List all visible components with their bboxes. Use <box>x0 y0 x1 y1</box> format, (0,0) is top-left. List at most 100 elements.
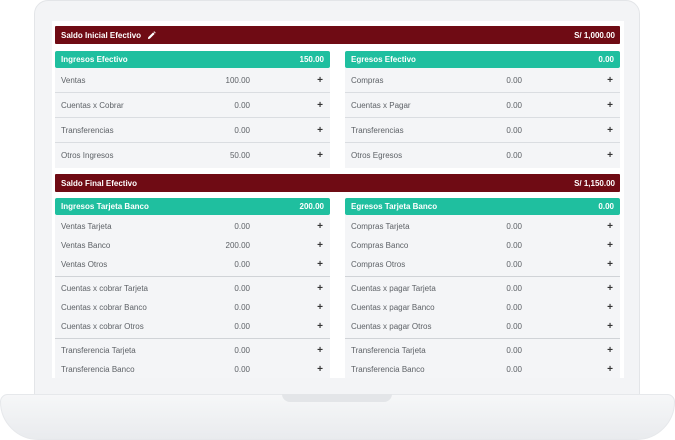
plus-icon[interactable]: + <box>316 150 324 161</box>
list-item: Otros Ingresos 50.00 + <box>55 143 330 168</box>
list-item: Cuentas x cobrar Otros 0.00 + <box>55 317 330 336</box>
row-value: 0.00 <box>506 241 522 250</box>
row-label: Transferencia Tarjeta <box>351 346 426 355</box>
row-label: Compras Otros <box>351 260 406 269</box>
egresos-tarjeta-title: Egresos Tarjeta Banco <box>351 202 438 211</box>
list-group: Cuentas x cobrar Tarjeta 0.00 + Cuentas x … <box>55 277 330 339</box>
pencil-icon[interactable] <box>147 30 156 40</box>
list-group: Transferencia Tarjeta 0.00 + Transferencia… <box>55 339 330 378</box>
plus-icon[interactable]: + <box>606 100 614 111</box>
ingresos-tarjeta-title: Ingresos Tarjeta Banco <box>61 202 149 211</box>
row-value: 0.00 <box>506 322 522 331</box>
row-value: 0.00 <box>506 346 522 355</box>
row-label: Cuentas x cobrar Banco <box>61 303 147 312</box>
plus-icon[interactable]: + <box>606 345 614 356</box>
plus-icon[interactable]: + <box>606 75 614 86</box>
plus-icon[interactable]: + <box>606 283 614 294</box>
row-value: 0.00 <box>506 222 522 231</box>
list-item: Otros Egresos 0.00 + <box>345 143 620 168</box>
list-item: Compras Otros 0.00 + <box>345 255 620 274</box>
row-label: Cuentas x Pagar <box>351 100 411 110</box>
row-value: 0.00 <box>506 284 522 293</box>
row-label: Compras Tarjeta <box>351 222 410 231</box>
list-item: Transferencia Banco 0.00 + <box>55 360 330 378</box>
plus-icon[interactable]: + <box>606 240 614 251</box>
row-value: 0.00 <box>234 100 250 110</box>
plus-icon[interactable]: + <box>316 364 324 375</box>
plus-icon[interactable]: + <box>606 364 614 375</box>
egresos-efectivo-header: Egresos Efectivo 0.00 <box>345 51 620 68</box>
row-label: Transferencias <box>61 125 114 135</box>
row-value: 0.00 <box>234 322 250 331</box>
egresos-tarjeta-header: Egresos Tarjeta Banco 0.00 <box>345 198 620 215</box>
row-label: Cuentas x Cobrar <box>61 100 124 110</box>
row-label: Cuentas x pagar Banco <box>351 303 435 312</box>
list-item: Cuentas x Pagar 0.00 + <box>345 93 620 118</box>
saldo-inicial-label: Saldo Inicial Efectivo <box>61 30 142 40</box>
plus-icon[interactable]: + <box>316 283 324 294</box>
plus-icon[interactable]: + <box>606 150 614 161</box>
ingresos-efectivo-panel: Ingresos Efectivo 150.00 Ventas 100.00 + C… <box>55 51 330 168</box>
row-label: Cuentas x pagar Otros <box>351 322 432 331</box>
list-group: Cuentas x pagar Tarjeta 0.00 + Cuentas x p… <box>345 277 620 339</box>
row-value: 0.00 <box>234 346 250 355</box>
row-label: Ventas Tarjeta <box>61 222 112 231</box>
laptop-notch <box>282 394 392 402</box>
row-value: 0.00 <box>234 260 250 269</box>
row-label: Ventas Otros <box>61 260 108 269</box>
plus-icon[interactable]: + <box>316 100 324 111</box>
row-label: Ventas Banco <box>61 241 111 250</box>
ingresos-tarjeta-header: Ingresos Tarjeta Banco 200.00 <box>55 198 330 215</box>
egresos-tarjeta-total: 0.00 <box>598 202 614 211</box>
plus-icon[interactable]: + <box>316 240 324 251</box>
egresos-efectivo-panel: Egresos Efectivo 0.00 Compras 0.00 + Cuent… <box>345 51 620 168</box>
list-item: Cuentas x pagar Otros 0.00 + <box>345 317 620 336</box>
plus-icon[interactable]: + <box>606 221 614 232</box>
list-item: Transferencia Tarjeta 0.00 + <box>55 341 330 360</box>
row-value: 0.00 <box>234 365 250 374</box>
plus-icon[interactable]: + <box>316 302 324 313</box>
ingresos-tarjeta-panel: Ingresos Tarjeta Banco 200.00 Ventas Tar… <box>55 198 330 378</box>
row-value: 100.00 <box>225 75 250 85</box>
row-label: Compras Banco <box>351 241 409 250</box>
plus-icon[interactable]: + <box>316 125 324 136</box>
ingresos-tarjeta-total: 200.00 <box>299 202 324 211</box>
plus-icon[interactable]: + <box>606 321 614 332</box>
list-item: Transferencia Banco 0.00 + <box>345 360 620 378</box>
row-value: 0.00 <box>506 365 522 374</box>
row-value: 0.00 <box>506 303 522 312</box>
plus-icon[interactable]: + <box>606 302 614 313</box>
plus-icon[interactable]: + <box>606 125 614 136</box>
row-value: 0.00 <box>234 222 250 231</box>
plus-icon[interactable]: + <box>316 259 324 270</box>
plus-icon[interactable]: + <box>316 345 324 356</box>
row-label: Otros Egresos <box>351 151 403 160</box>
row-label: Transferencia Banco <box>61 365 135 374</box>
ingresos-efectivo-total: 150.00 <box>299 55 324 64</box>
saldo-inicial-bar: Saldo Inicial Efectivo S/ 1,000.00 <box>55 26 620 44</box>
list-group: Compras Tarjeta 0.00 + Compras Banco 0.00 + … <box>345 215 620 277</box>
row-value: 0.00 <box>506 260 522 269</box>
list-item: Ventas 100.00 + <box>55 68 330 93</box>
row-label: Transferencia Banco <box>351 365 425 374</box>
list-item: Compras Banco 0.00 + <box>345 236 620 255</box>
saldo-final-amount: S/ 1,150.00 <box>574 178 615 188</box>
list-group: Ventas Tarjeta 0.00 + Ventas Banco 200.00 + … <box>55 215 330 277</box>
plus-icon[interactable]: + <box>316 321 324 332</box>
plus-icon[interactable]: + <box>316 75 324 86</box>
saldo-inicial-amount: S/ 1,000.00 <box>574 30 615 40</box>
ingresos-efectivo-title: Ingresos Efectivo <box>61 55 128 64</box>
list-item: Cuentas x Cobrar 0.00 + <box>55 93 330 118</box>
row-label: Cuentas x cobrar Tarjeta <box>61 284 149 293</box>
list-item: Transferencia Tarjeta 0.00 + <box>345 341 620 360</box>
list-item: Cuentas x pagar Tarjeta 0.00 + <box>345 279 620 298</box>
list-item: Ventas Otros 0.00 + <box>55 255 330 274</box>
saldo-final-bar: Saldo Final Efectivo S/ 1,150.00 <box>55 174 620 192</box>
saldo-final-label: Saldo Final Efectivo <box>61 178 138 188</box>
row-label: Transferencias <box>351 125 404 135</box>
list-item: Transferencias 0.00 + <box>345 118 620 143</box>
plus-icon[interactable]: + <box>316 221 324 232</box>
egresos-efectivo-title: Egresos Efectivo <box>351 55 416 64</box>
plus-icon[interactable]: + <box>606 259 614 270</box>
row-label: Cuentas x pagar Tarjeta <box>351 284 436 293</box>
